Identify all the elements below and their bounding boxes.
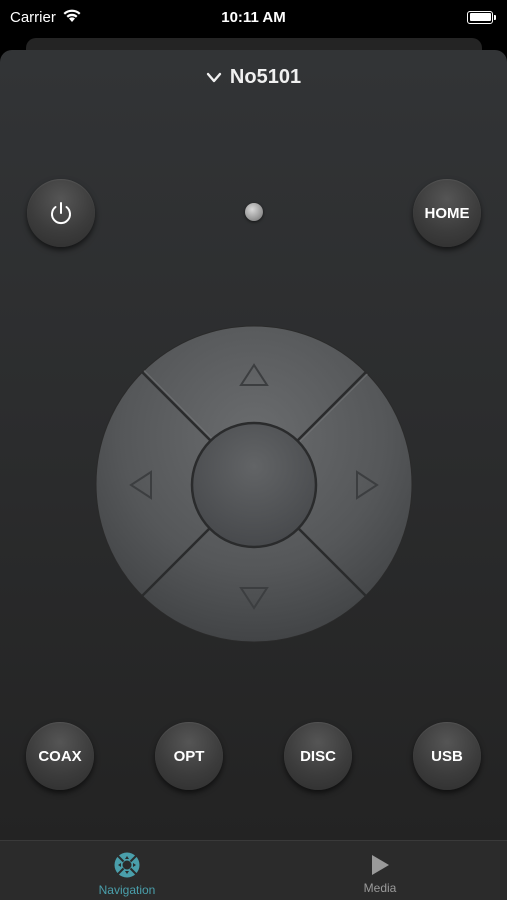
- device-selector[interactable]: No5101: [0, 66, 507, 89]
- chevron-down-icon: [206, 72, 222, 82]
- ok-button[interactable]: [190, 421, 318, 549]
- battery-icon: [467, 10, 496, 24]
- dpad: [95, 325, 413, 643]
- usb-label: USB: [431, 747, 463, 765]
- opt-button[interactable]: OPT: [155, 722, 223, 790]
- carrier-label: Carrier: [10, 8, 56, 26]
- home-label: HOME: [424, 204, 470, 222]
- coax-label: COAX: [38, 747, 82, 765]
- navigation-icon: [114, 852, 140, 878]
- disc-label: DISC: [300, 747, 336, 765]
- opt-label: OPT: [173, 747, 205, 765]
- tab-bar: Navigation Media: [0, 840, 507, 900]
- tab-navigation-label: Navigation: [98, 883, 156, 897]
- power-icon: [51, 202, 71, 225]
- disc-button[interactable]: DISC: [284, 722, 352, 790]
- device-name: No5101: [229, 66, 302, 88]
- wifi-icon: [62, 8, 82, 27]
- tab-navigation[interactable]: Navigation: [87, 841, 167, 900]
- home-button[interactable]: HOME: [413, 179, 481, 247]
- status-left: Carrier: [10, 8, 82, 27]
- play-icon: [372, 855, 389, 875]
- status-bar: Carrier 10:11 AM: [0, 0, 507, 34]
- tab-media-label: Media: [363, 881, 397, 895]
- coax-button[interactable]: COAX: [26, 722, 94, 790]
- led-indicator: [245, 203, 263, 221]
- usb-button[interactable]: USB: [413, 722, 481, 790]
- tab-media[interactable]: Media: [340, 841, 420, 900]
- power-button[interactable]: [27, 179, 95, 247]
